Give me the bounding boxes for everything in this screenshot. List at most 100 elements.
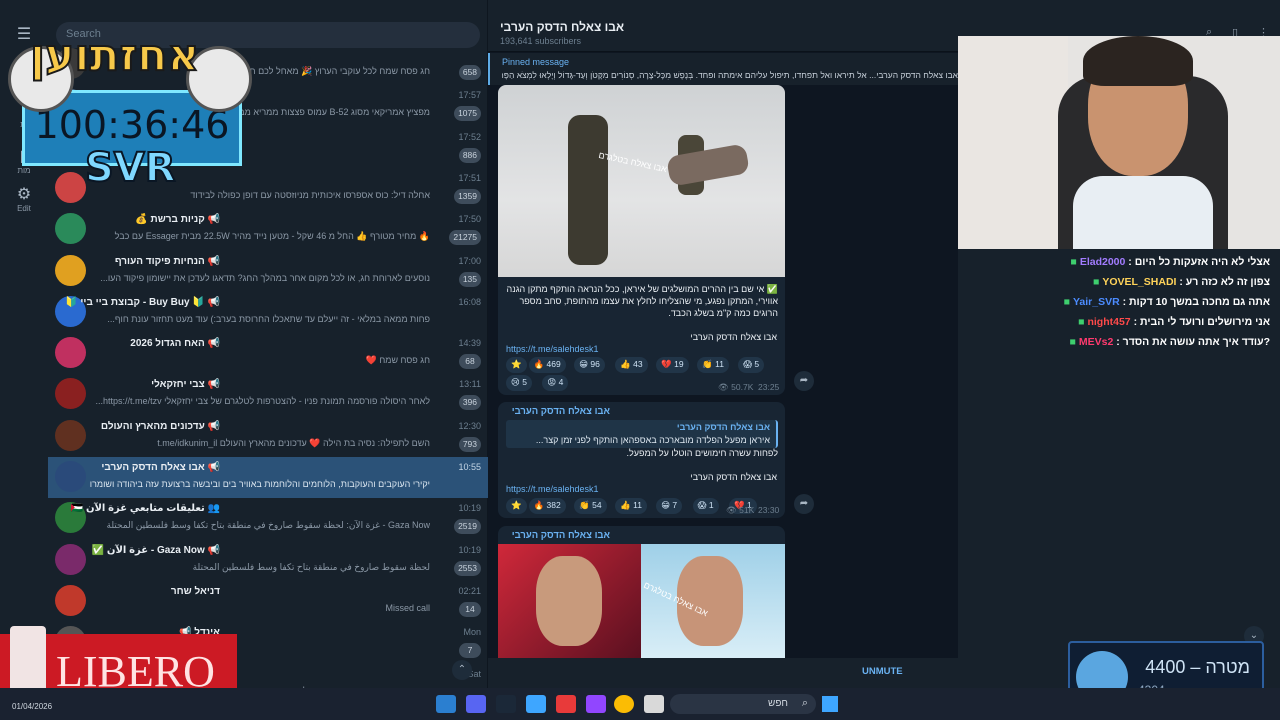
badge-icon: ■	[1069, 336, 1076, 348]
taskbar-search[interactable]: חפש ⌕	[670, 694, 816, 714]
chat-name: 📢 🔰 Buy Buy - קבוצת ביי ביי 🔰	[65, 296, 220, 308]
watermark: אבו צאלח בטלגרם	[597, 149, 668, 175]
message-link[interactable]: https://t.me/salehdesk1	[506, 344, 599, 354]
photo-left[interactable]	[498, 544, 641, 658]
chat-username: Yair_SVR	[1072, 296, 1120, 308]
chat-time: 10:55	[458, 462, 481, 472]
chat-name: 📢 הנחיות פיקוד העורף	[114, 255, 220, 267]
chat-preview: Missed call	[385, 602, 430, 613]
goal-dash: –	[1190, 657, 1201, 677]
goal-target: 4400	[1145, 657, 1186, 677]
chat-preview: נוסעים לארוחת חג, או לכל מקום אחר במהלך …	[100, 272, 430, 283]
reaction-chip[interactable]: 👍 11	[615, 498, 647, 514]
search-icon: ⌕	[801, 697, 808, 709]
unread-badge: 14	[459, 601, 481, 617]
forward-button[interactable]: ➦	[794, 371, 814, 391]
reaction-chip[interactable]: 😁 7	[656, 498, 683, 514]
badge-icon: ■	[1063, 296, 1071, 308]
unread-badge: 68	[459, 354, 481, 370]
edit-folders[interactable]: ⚙ Edit	[0, 184, 48, 213]
chat-preview: 🔥 מחיר מטורף 👍 החל מ 46 שקל - מטען נייד …	[114, 231, 430, 242]
reaction-chip[interactable]: 👏 54	[574, 498, 607, 514]
explorer-taskbar-icon[interactable]	[644, 695, 664, 713]
twitch-taskbar-icon[interactable]	[586, 695, 606, 713]
stream-chat-line: אתה גם מחכה במשך 10 דקות : Yair_SVR ■	[1063, 296, 1270, 308]
chat-name: 📢 עדכונים מהארץ והעולם	[100, 420, 220, 432]
discord-taskbar-icon[interactable]	[466, 695, 486, 713]
photo-right[interactable]: אבו צאלח בטלגרם	[641, 544, 785, 658]
message-bubble[interactable]: אבו צאלח הדסק הערבי אבו צאלח בטלגרם	[498, 526, 785, 658]
chat-row[interactable]: 📢 קניות ברשת 💰 17:50 🔥 מחיר מטורף 👍 החל מ …	[48, 209, 488, 250]
reaction-chip[interactable]: 😱 5	[738, 357, 765, 373]
channel-title: אבו צאלח הדסק הערבי	[500, 20, 625, 34]
chat-time: 13:11	[459, 379, 481, 390]
notes-taskbar-icon[interactable]	[526, 695, 546, 713]
message-bubble[interactable]: אבו צאלח בטלגרם ✅ אי שם בין ההרים המושלג…	[498, 85, 785, 395]
chat-row[interactable]: 👥 تعليقات متابعي غزة الآن 🇵🇸 10:19 Gaza No…	[48, 498, 488, 539]
shirt	[1073, 176, 1213, 249]
app-taskbar-icon[interactable]	[556, 695, 576, 713]
chat-message: צפון זה לא כזה רע	[1185, 276, 1270, 288]
unread-badge: 1075	[454, 106, 481, 122]
scroll-up-button[interactable]: ⌃	[452, 660, 472, 680]
reaction-chip[interactable]: 🔥 382	[528, 498, 566, 514]
chat-time: 17:52	[458, 131, 481, 142]
windows-start-icon[interactable]	[822, 696, 838, 712]
sliders-icon: ⚙	[16, 186, 32, 203]
chat-row[interactable]: 📢 האח הגדול 2026 14:39 חג פסח שמח ❤️ 68	[48, 333, 488, 374]
forward-button[interactable]: ➦	[794, 494, 814, 514]
badge-icon: ■	[1070, 256, 1077, 268]
message-bubble[interactable]: אבו צאלח הדסק הערבי אבו צאלח הדסק הערבי …	[498, 402, 785, 518]
timer-label: SVR	[84, 144, 177, 192]
chat-avatar	[55, 254, 86, 286]
share-icon: ➦	[799, 498, 809, 509]
reaction-chip[interactable]: 😢 5	[506, 375, 532, 391]
message-link[interactable]: https://t.me/salehdesk1	[506, 484, 599, 494]
webcam-overlay	[958, 36, 1280, 249]
reaction-chip[interactable]: 👍 43	[615, 357, 648, 373]
reaction-chip[interactable]: ⭐	[506, 357, 527, 373]
view-count: 👁 51K	[726, 505, 755, 515]
stream-chat-line: אצלי לא היה אזעקות כל היום : Elad2000 ■	[1070, 256, 1270, 268]
chat-name: דניאל שחר	[170, 585, 220, 597]
chat-username: YOVEL_SHADI	[1102, 276, 1177, 288]
chat-row[interactable]: 📢 הנחיות פיקוד העורף 17:00 נוסעים לארוחת ח…	[48, 251, 488, 292]
chat-preview: לאחר היסולה פורסמה תמונת פניו - להצטרפות…	[95, 396, 430, 407]
reaction-chip[interactable]: 🔥 469	[528, 357, 566, 373]
message-time: 23:25	[758, 382, 780, 392]
badge-icon: ■	[1093, 276, 1100, 288]
wall	[958, 36, 1068, 249]
chat-message: אתה גם מחכה במשך 10 דקות	[1129, 296, 1270, 308]
goal-label-row: מטרה – 4400	[1145, 657, 1250, 678]
reaction-chip[interactable]: ⭐	[506, 498, 527, 514]
message-photo[interactable]: אבו צאלח בטלגרם	[498, 85, 785, 277]
reply-author: אבו צאלח הדסק הערבי	[676, 422, 770, 432]
chat-row[interactable]: 📢 🔰 Buy Buy - קבוצת ביי ביי 🔰 16:08 פחות מ…	[48, 292, 488, 333]
chat-row[interactable]: 📢 אבו צאלח הדסק הערבי 10:55 יקירי העוקבים …	[48, 457, 488, 498]
reaction-chip[interactable]: 👏 11	[697, 357, 729, 373]
chat-row[interactable]: 📢 עדכונים מהארץ והעולם 12:30 השם לתפילה: נ…	[48, 416, 488, 457]
chat-avatar	[55, 378, 86, 410]
unread-badge: 2519	[454, 519, 481, 535]
reaction-chip[interactable]: 😡 4	[542, 375, 569, 391]
steam-taskbar-icon[interactable]	[496, 695, 516, 713]
reaction-chip[interactable]: 😱 1	[692, 498, 719, 514]
subscriber-count: 193,641 subscribers	[500, 36, 582, 46]
reaction-chip[interactable]: 😁 96	[574, 357, 605, 373]
chat-time: 02:21	[458, 585, 481, 596]
unread-badge: 135	[458, 271, 481, 287]
chat-row[interactable]: דניאל שחר 02:21 Missed call 14	[48, 581, 488, 622]
message-channel-name: אבו צאלח הדסק הערבי	[511, 406, 610, 417]
stream-chat-line: ?עודד איך אתה עושה את הסדר : MEVs2 ■	[1069, 336, 1270, 348]
chat-time: 17:51	[458, 172, 481, 183]
message-signature: אבו צאלח הדסק הערבי	[690, 472, 777, 482]
chat-row[interactable]: 📢 Gaza Now - غزة الآن ✅ 10:19 لحظة سقوط صا…	[48, 540, 488, 581]
reply-quote[interactable]: אבו צאלח הדסק הערבי איראן מפעל הפלדה מוב…	[506, 420, 778, 448]
unread-badge: 886	[458, 147, 481, 163]
telegram-taskbar-icon[interactable]	[436, 695, 456, 713]
chat-preview: لحظة سقوط صاروخ في منطقة بتاح تكفا وسط ف…	[192, 561, 430, 572]
unmute-button[interactable]: UNMUTE	[862, 666, 903, 677]
chat-row[interactable]: 📢 צבי יחזקאלי 13:11 לאחר היסולה פורסמה תמו…	[48, 374, 488, 415]
chrome-taskbar-icon[interactable]	[614, 695, 634, 713]
reaction-chip[interactable]: 💔 19	[656, 357, 689, 373]
